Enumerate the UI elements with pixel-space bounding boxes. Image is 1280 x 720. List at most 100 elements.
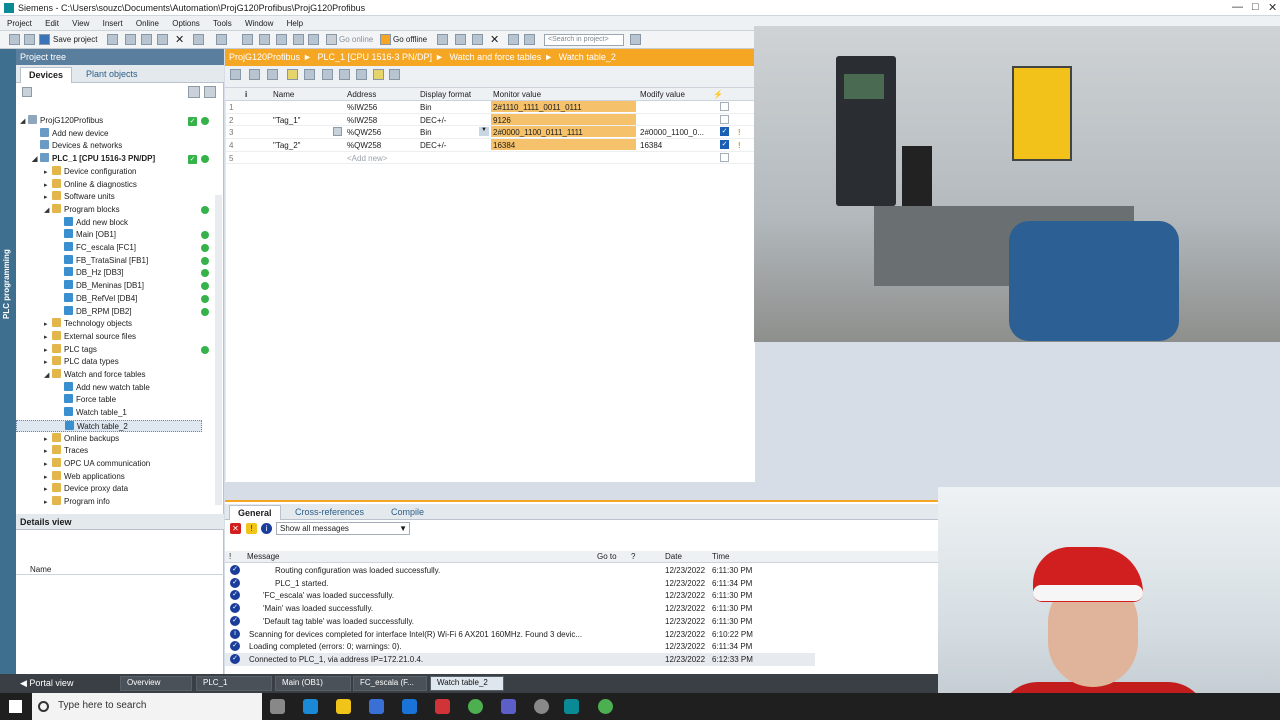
col-address[interactable]: Address (347, 90, 376, 99)
modify-checkbox[interactable] (720, 152, 729, 162)
tree-item[interactable]: Add new device (16, 127, 202, 141)
tree-item[interactable]: ◢ ProjG120Profibus (16, 115, 202, 128)
search-in-project-input[interactable]: <Search in project> (544, 34, 624, 46)
expand-right-icon[interactable]: ▸ (44, 192, 52, 204)
open-project-icon[interactable] (24, 34, 35, 45)
col-name[interactable]: Name (273, 90, 294, 99)
expand-right-icon[interactable]: ▸ (44, 180, 52, 192)
message-row[interactable]: ✓ 'FC_escala' was loaded successfully. 12/… (225, 589, 815, 602)
tree-item[interactable]: ▸ OPC UA communication (16, 457, 202, 471)
cell-name[interactable]: "Tag_2" (273, 141, 300, 150)
info-filter-icon[interactable]: i (261, 523, 272, 534)
col-time[interactable]: Time (712, 552, 729, 561)
cell-address[interactable]: %IW256 (347, 103, 377, 112)
watch-table-row[interactable]: 2 "Tag_1" %IW258 DEC+/- 9126 (225, 113, 755, 127)
tree-item[interactable]: ◢ PLC_1 [CPU 1516-3 PN/DP] (16, 153, 202, 166)
windows-start-icon[interactable] (9, 700, 22, 713)
expand-down-icon[interactable]: ◢ (20, 116, 28, 128)
watch-table-row[interactable]: 4 "Tag_2" %QW258 DEC+/- 16384 16384 ✓! (225, 139, 755, 152)
tree-item[interactable]: ▸ Web applications (16, 470, 202, 484)
breadcrumb-project[interactable]: ProjG120Profibus (229, 52, 300, 62)
cell-address[interactable]: %QW256 (347, 128, 381, 137)
menu-project[interactable]: Project (7, 16, 32, 31)
tree-scrollbar[interactable] (215, 195, 222, 505)
tree-item[interactable]: ▸ Online backups (16, 432, 202, 446)
breadcrumb-watch-force[interactable]: Watch and force tables (449, 52, 541, 62)
cell-address[interactable]: %IW258 (347, 116, 377, 125)
insert-row-icon[interactable] (230, 69, 241, 80)
download-icon[interactable] (293, 34, 304, 45)
cell-monitor-value[interactable]: 2#1110_1111_0011_0111 (493, 103, 582, 112)
toolbar-btn-2-icon[interactable] (259, 34, 270, 45)
expand-right-icon[interactable]: ▸ (44, 472, 52, 484)
expand-right-icon[interactable]: ▸ (44, 497, 52, 509)
cell-display-format[interactable]: DEC+/- (420, 141, 446, 150)
tree-item[interactable]: ▸ External source files (16, 330, 202, 344)
col-message[interactable]: Message (247, 552, 279, 561)
tree-item[interactable]: Add new watch table (16, 381, 202, 395)
editor-tab-overview[interactable]: Overview (120, 676, 192, 691)
cell-display-format[interactable]: Bin (420, 103, 432, 112)
cell-display-format[interactable]: Bin (420, 128, 432, 137)
message-row[interactable]: ✓ Routing configuration was loaded succes… (225, 564, 815, 577)
cell-address[interactable]: <Add new> (347, 154, 387, 163)
message-row[interactable]: ✓ 'Default tag table' was loaded successf… (225, 615, 815, 628)
col-modify-value[interactable]: Modify value (640, 90, 685, 99)
details-view-header[interactable]: Details view (16, 514, 224, 530)
message-row[interactable]: ✓ Loading completed (errors: 0; warnings:… (225, 640, 815, 653)
tree-item[interactable]: Watch table_1 (16, 407, 202, 420)
tab-cross-references[interactable]: Cross-references (287, 505, 372, 520)
accessible-devices-icon[interactable] (437, 34, 448, 45)
minimize-button[interactable]: — (1232, 1, 1243, 13)
tia-portal-icon[interactable] (564, 699, 579, 714)
col-date[interactable]: Date (665, 552, 682, 561)
save-icon[interactable] (39, 34, 50, 45)
monitor-glasses-icon[interactable] (373, 69, 384, 80)
tree-item[interactable]: ▸ Software units (16, 191, 202, 204)
modify-checkbox[interactable] (720, 102, 729, 111)
tab-plant-objects[interactable]: Plant objects (78, 67, 146, 83)
tree-item[interactable]: FB_TrataSinal [FB1] (16, 254, 202, 268)
tree-item[interactable]: ▸ Technology objects (16, 318, 202, 331)
modify-icon[interactable] (322, 69, 333, 80)
expand-right-icon[interactable]: ▸ (44, 332, 52, 344)
menu-insert[interactable]: Insert (103, 16, 123, 31)
modify-now-icon[interactable] (267, 69, 278, 80)
cell-address[interactable]: %QW258 (347, 141, 381, 150)
editor-tab-main[interactable]: Main (OB1) (275, 676, 351, 691)
tree-item[interactable]: ▸ PLC data types (16, 356, 202, 369)
expand-down-icon[interactable]: ◢ (44, 205, 52, 217)
watch-table-row[interactable]: 3 %QW256 Bin 2#0000_1100_0111_1111 2#0000_11… (225, 126, 755, 140)
go-online-button[interactable]: Go online (339, 35, 373, 44)
show-columns-icon[interactable] (389, 69, 400, 80)
message-row[interactable]: ✓ PLC_1 started. 12/23/2022 6:11:34 PM (225, 577, 815, 590)
expand-right-icon[interactable]: ▸ (44, 446, 52, 458)
compile-icon[interactable] (276, 34, 287, 45)
tree-item[interactable]: ▸ Device configuration (16, 165, 202, 179)
tree-item[interactable]: ▸ Online & diagnostics (16, 178, 202, 192)
tree-item[interactable]: DB_Hz [DB3] (16, 267, 202, 280)
breadcrumb-watch-table[interactable]: Watch table_2 (559, 52, 616, 62)
cell-monitor-value[interactable]: 2#0000_1100_0111_1111 (493, 128, 583, 137)
modify-checkbox[interactable]: ✓ (720, 140, 729, 150)
menu-help[interactable]: Help (287, 16, 303, 31)
toolbar-btn-1-icon[interactable] (242, 34, 253, 45)
menu-window[interactable]: Window (245, 16, 273, 31)
message-filter-select[interactable]: Show all messages ▼ (276, 522, 410, 535)
tree-item[interactable]: DB_RPM [DB2] (16, 305, 202, 319)
menu-edit[interactable]: Edit (45, 16, 59, 31)
menu-online[interactable]: Online (136, 16, 159, 31)
teams-icon[interactable] (501, 699, 516, 714)
tree-item[interactable]: ▸ PLC tags (16, 343, 202, 357)
cell-display-format[interactable]: DEC+/- (420, 116, 446, 125)
expand-right-icon[interactable]: ▸ (44, 357, 52, 369)
cut-icon[interactable] (125, 34, 136, 45)
tab-devices[interactable]: Devices (20, 67, 73, 83)
errors-filter-icon[interactable]: ✕ (230, 523, 241, 534)
tree-item[interactable]: Main [OB1] (16, 229, 202, 242)
tree-item[interactable]: Devices & networks (16, 140, 202, 153)
redo-icon[interactable] (216, 34, 227, 45)
upload-icon[interactable] (308, 34, 319, 45)
col-monitor-value[interactable]: Monitor value (493, 90, 541, 99)
col-help[interactable]: ? (631, 552, 635, 561)
